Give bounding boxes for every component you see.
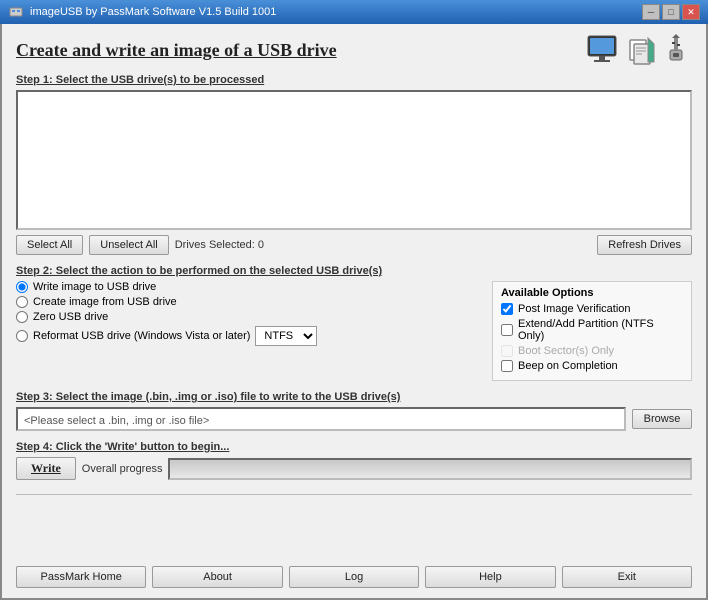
filesystem-select[interactable]: NTFS FAT32 exFAT <box>255 326 317 346</box>
step1-label: Step 1: Select the USB drive(s) to be pr… <box>16 74 692 86</box>
app-icon <box>8 4 24 20</box>
file-path-display[interactable]: <Please select a .bin, .img or .iso file… <box>16 407 626 431</box>
step4-label: Step 4: Click the 'Write' button to begi… <box>16 441 692 453</box>
radio-reformat-drive[interactable]: Reformat USB drive (Windows Vista or lat… <box>16 326 476 346</box>
select-all-button[interactable]: Select All <box>16 235 83 255</box>
drive-controls: Select All Unselect All Drives Selected:… <box>16 235 692 255</box>
header-icons <box>586 34 692 66</box>
drive-list-box[interactable] <box>16 90 692 230</box>
passmark-home-button[interactable]: PassMark Home <box>16 566 146 588</box>
option-post-image-verification[interactable]: Post Image Verification <box>501 303 683 315</box>
available-options-panel: Available Options Post Image Verificatio… <box>492 281 692 381</box>
write-button[interactable]: Write <box>16 457 76 480</box>
step3-label: Step 3: Select the image (.bin, .img or … <box>16 391 692 403</box>
option-beep-completion[interactable]: Beep on Completion <box>501 360 683 372</box>
step3-row: <Please select a .bin, .img or .iso file… <box>16 407 692 431</box>
radio-zero-drive[interactable]: Zero USB drive <box>16 311 476 323</box>
radio-create-image[interactable]: Create image from USB drive <box>16 296 476 308</box>
log-button[interactable]: Log <box>289 566 419 588</box>
step2-area: Write image to USB drive Create image fr… <box>16 281 692 381</box>
close-button[interactable]: ✕ <box>682 4 700 20</box>
monitor-icon <box>586 34 622 66</box>
title-bar-controls[interactable]: ─ □ ✕ <box>642 4 700 20</box>
exit-button[interactable]: Exit <box>562 566 692 588</box>
option-extend-partition[interactable]: Extend/Add Partition (NTFS Only) <box>501 318 683 342</box>
title-bar: imageUSB by PassMark Software V1.5 Build… <box>0 0 708 24</box>
drives-selected-label: Drives Selected: 0 <box>175 239 264 251</box>
title-bar-left: imageUSB by PassMark Software V1.5 Build… <box>8 4 276 20</box>
main-window: Create and write an image of a USB drive <box>0 24 708 600</box>
unselect-all-button[interactable]: Unselect All <box>89 235 168 255</box>
usb-icon <box>660 34 692 66</box>
header-area: Create and write an image of a USB drive <box>16 34 692 66</box>
about-button[interactable]: About <box>152 566 282 588</box>
available-options-title: Available Options <box>501 287 683 299</box>
action-radio-group: Write image to USB drive Create image fr… <box>16 281 476 346</box>
app-title: Create and write an image of a USB drive <box>16 40 337 61</box>
step2-left: Write image to USB drive Create image fr… <box>16 281 476 381</box>
refresh-drives-button[interactable]: Refresh Drives <box>597 235 692 255</box>
window-title: imageUSB by PassMark Software V1.5 Build… <box>30 6 276 18</box>
bottom-divider <box>16 494 692 495</box>
bottom-bar: PassMark Home About Log Help Exit <box>16 566 692 588</box>
radio-write-image[interactable]: Write image to USB drive <box>16 281 476 293</box>
progress-label: Overall progress <box>82 463 163 475</box>
step2-label: Step 2: Select the action to be performe… <box>16 265 692 277</box>
option-boot-sector: Boot Sector(s) Only <box>501 345 683 357</box>
minimize-button[interactable]: ─ <box>642 4 660 20</box>
copy-icon <box>626 34 656 66</box>
browse-button[interactable]: Browse <box>632 409 692 429</box>
step4-row: Write Overall progress <box>16 457 692 480</box>
help-button[interactable]: Help <box>425 566 555 588</box>
maximize-button[interactable]: □ <box>662 4 680 20</box>
progress-bar-container <box>168 458 692 480</box>
